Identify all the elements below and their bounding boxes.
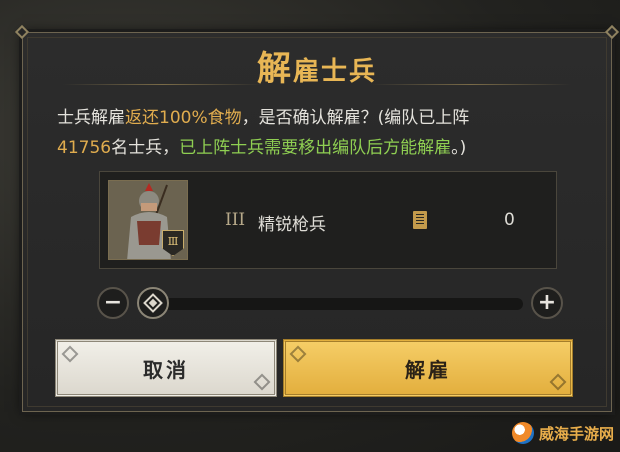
slider-track[interactable] [137,298,523,310]
dialog-title: 解雇士兵 [257,41,377,90]
desc-refund-highlight: 返还100%食物 [125,108,242,128]
unit-tier: III [225,210,246,230]
desc-text: ，是否确认解雇？(编队已上阵 [241,108,470,128]
quantity-slider: − + [97,287,563,321]
increase-button[interactable]: + [531,287,563,319]
confirm-dismiss-button[interactable]: 解雇 [283,339,573,397]
watermark-logo-icon [511,422,534,444]
cancel-button-label: 取消 [143,357,189,382]
dismiss-soldiers-dialog: 解雇士兵 士兵解雇返还100%食物，是否确认解雇？(编队已上阵 41756名士兵，… [14,24,620,412]
dismiss-description: 士兵解雇返还100%食物，是否确认解雇？(编队已上阵 41756名士兵，已上阵士兵… [57,103,587,163]
dialog-title-rest: 雇士兵 [292,56,377,87]
watermark-text: 威海手游网 [538,424,614,443]
desc-text: 名士兵， [111,138,180,158]
diamond-icon [143,293,163,313]
unit-name: 精锐枪兵 [258,215,326,235]
unit-portrait: Ⅲ [108,180,188,260]
document-icon [413,211,427,229]
desc-text: 。) [451,138,467,158]
desc-text: 士兵解雇 [57,108,125,128]
desc-deployment-warning: 已上阵士兵需要移出编队后方能解雇 [179,138,452,158]
dialog-title-first-char: 解 [256,48,293,89]
site-watermark: 威海手游网 [511,420,614,446]
unit-dismiss-count: 0 [504,210,515,230]
decrease-button[interactable]: − [97,287,129,319]
confirm-button-label: 解雇 [405,357,451,382]
deployed-soldier-count: 41756 [57,138,112,158]
slider-thumb[interactable] [137,287,169,319]
unit-row: Ⅲ III 精锐枪兵 0 [99,171,557,269]
cancel-button[interactable]: 取消 [55,339,277,397]
